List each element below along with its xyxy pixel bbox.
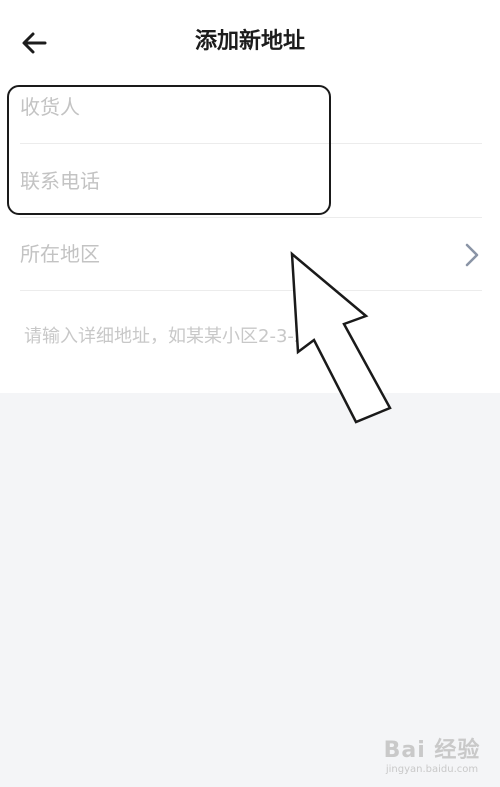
nav-header: 添加新地址 [0,0,500,80]
watermark-site: jingyan.baidu.com [385,764,479,775]
detail-address-field[interactable]: 请输入详细地址，如某某小区2-3-203 [20,305,482,369]
region-selector[interactable]: 所在地区 [20,218,482,291]
watermark-brand: Bai 经验 [383,738,481,763]
watermark: Bai 经验 jingyan.baidu.com [372,733,492,781]
chevron-right-icon [465,243,479,267]
pointer-arrow-annotation [290,251,392,424]
page-title: 添加新地址 [194,29,305,54]
highlight-box [7,85,331,215]
region-placeholder: 所在地区 [20,242,100,266]
